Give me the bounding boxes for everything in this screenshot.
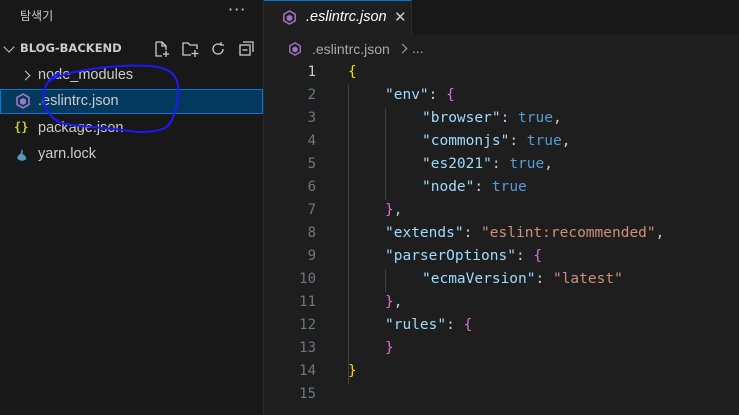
code-text: } xyxy=(348,363,357,379)
line-number: 5 xyxy=(307,156,316,172)
code-text: "es2021": true, xyxy=(422,156,553,172)
code-token: true xyxy=(526,133,562,149)
code-text: "browser": true, xyxy=(422,110,562,126)
pen-annotation xyxy=(42,64,180,133)
line-number: 11 xyxy=(299,294,316,310)
code-line[interactable]: 14} xyxy=(264,361,739,384)
code-line[interactable]: 12 "rules": { xyxy=(264,315,739,338)
line-number: 14 xyxy=(299,363,316,379)
code-token: { xyxy=(446,87,455,103)
code-token: "rules" xyxy=(385,317,447,333)
line-number: 13 xyxy=(299,340,316,356)
explorer-sidebar: 탐색기 ··· BLOG-BACKEND node_modules .eslin… xyxy=(0,0,264,415)
code-token: : xyxy=(446,317,464,333)
code-token: true xyxy=(491,179,527,195)
code-text: "extends": "eslint:recommended", xyxy=(385,225,664,241)
line-number: 6 xyxy=(307,179,316,195)
line-number: 2 xyxy=(307,87,316,103)
breadcrumb: .eslintrc.json ... xyxy=(264,38,739,60)
code-text: }, xyxy=(385,202,402,218)
code-token: , xyxy=(544,156,553,172)
code-token: : xyxy=(515,248,534,264)
code-line[interactable]: 8 "extends": "eslint:recommended", xyxy=(264,223,739,246)
code-line[interactable]: 11}, xyxy=(264,292,739,315)
code-text: { xyxy=(348,64,357,80)
code-token: } xyxy=(385,202,394,218)
code-text: }, xyxy=(385,294,402,310)
code-line[interactable]: 15 xyxy=(264,384,739,407)
code-token: "parserOptions" xyxy=(385,248,516,264)
line-number: 10 xyxy=(299,271,316,287)
code-line[interactable]: 10 "ecmaVersion": "latest" xyxy=(264,269,739,292)
code-text: "rules": { xyxy=(385,317,472,333)
breadcrumb-more[interactable]: ... xyxy=(412,40,424,56)
code-line[interactable]: 1{ xyxy=(264,62,739,85)
code-line[interactable]: 3 "browser": true, xyxy=(264,108,739,131)
code-token: } xyxy=(348,363,357,379)
code-token: : xyxy=(491,156,510,172)
breadcrumb-file[interactable]: .eslintrc.json xyxy=(312,41,390,57)
code-text: "parserOptions": { xyxy=(385,248,542,264)
code-token: : xyxy=(463,225,482,241)
code-token: : xyxy=(428,87,447,103)
code-token: "extends" xyxy=(385,225,464,241)
code-line[interactable]: 9 "parserOptions": { xyxy=(264,246,739,269)
code-token: , xyxy=(393,294,403,310)
code-token: "eslint:recommended" xyxy=(481,225,656,241)
code-token: { xyxy=(463,317,473,333)
code-text: "node": true xyxy=(422,179,527,195)
code-token: , xyxy=(393,202,403,218)
line-number: 9 xyxy=(307,248,316,264)
code-token: : xyxy=(500,110,519,126)
line-number: 4 xyxy=(307,133,316,149)
eslint-file-icon xyxy=(282,10,297,29)
line-number: 1 xyxy=(307,64,316,80)
code-token: "latest" xyxy=(552,271,623,287)
line-number: 7 xyxy=(307,202,316,218)
line-number: 3 xyxy=(307,110,316,126)
code-token: "node" xyxy=(422,179,475,195)
code-line[interactable]: 7}, xyxy=(264,200,739,223)
code-editor[interactable]: 1{2 "env": {3 "browser": true, 4 "commonjs":… xyxy=(264,62,739,415)
tab-eslintrc[interactable]: .eslintrc.json ✕ xyxy=(264,0,412,35)
chevron-right-icon xyxy=(397,43,408,54)
tab-bar: .eslintrc.json ✕ xyxy=(264,0,739,35)
eslint-file-icon xyxy=(288,41,302,60)
code-text: "env": { xyxy=(385,87,455,103)
code-text: } xyxy=(385,340,394,356)
code-line[interactable]: 2 "env": { xyxy=(264,85,739,108)
line-number: 12 xyxy=(299,317,316,333)
code-token: true xyxy=(509,156,545,172)
tab-label: .eslintrc.json xyxy=(306,9,387,25)
code-line[interactable]: 6 "node": true xyxy=(264,177,739,200)
code-token: "browser" xyxy=(422,110,501,126)
code-text: "ecmaVersion": "latest" xyxy=(422,271,623,287)
line-number: 15 xyxy=(299,386,316,402)
code-token: { xyxy=(348,64,357,80)
code-token: { xyxy=(533,248,543,264)
code-token: , xyxy=(552,110,562,126)
code-token: } xyxy=(385,294,394,310)
code-token: : xyxy=(535,271,553,287)
code-token: } xyxy=(385,340,394,356)
code-token: "env" xyxy=(385,87,429,103)
code-token: "ecmaVersion" xyxy=(422,271,536,287)
code-token: "commonjs" xyxy=(422,133,510,149)
code-line[interactable]: 4 "commonjs": true, xyxy=(264,131,739,154)
code-token: "es2021" xyxy=(422,156,492,172)
code-token: : xyxy=(474,179,492,195)
code-line[interactable]: 13} xyxy=(264,338,739,361)
code-text: "commonjs": true, xyxy=(422,133,570,149)
close-icon[interactable]: ✕ xyxy=(394,8,407,26)
code-token: , xyxy=(561,133,571,149)
code-token: , xyxy=(655,225,665,241)
code-token: : xyxy=(509,133,527,149)
code-token: true xyxy=(518,110,553,126)
line-number: 8 xyxy=(307,225,316,241)
code-line[interactable]: 5 "es2021": true, xyxy=(264,154,739,177)
